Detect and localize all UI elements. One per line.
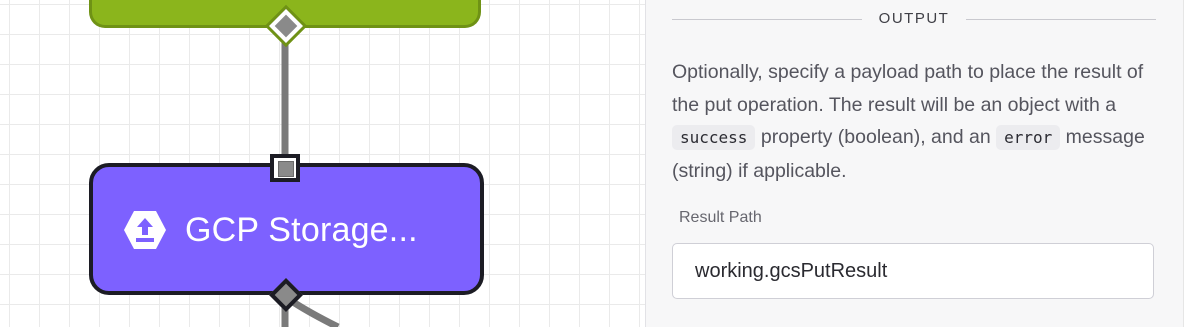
result-path-input[interactable] <box>672 243 1154 299</box>
input-port[interactable] <box>270 154 300 182</box>
help-text-part: property (boolean), and an <box>755 126 997 148</box>
divider-line <box>966 19 1156 20</box>
scrollbar[interactable] <box>1183 0 1200 327</box>
result-path-label: Result Path <box>679 209 762 226</box>
upload-icon <box>124 211 166 249</box>
node-title: GCP Storage... <box>185 211 418 249</box>
code-success: success <box>672 125 756 150</box>
workflow-canvas[interactable]: GCP Storage... <box>0 0 645 327</box>
gcp-storage-node[interactable]: GCP Storage... <box>89 163 484 295</box>
section-divider: OUTPUT <box>672 8 1156 32</box>
help-text: Optionally, specify a payload path to pl… <box>672 56 1162 187</box>
help-text-part: Optionally, specify a payload path to pl… <box>672 61 1144 116</box>
code-error: error <box>996 125 1061 150</box>
properties-panel: OUTPUT Optionally, specify a payload pat… <box>645 0 1183 327</box>
